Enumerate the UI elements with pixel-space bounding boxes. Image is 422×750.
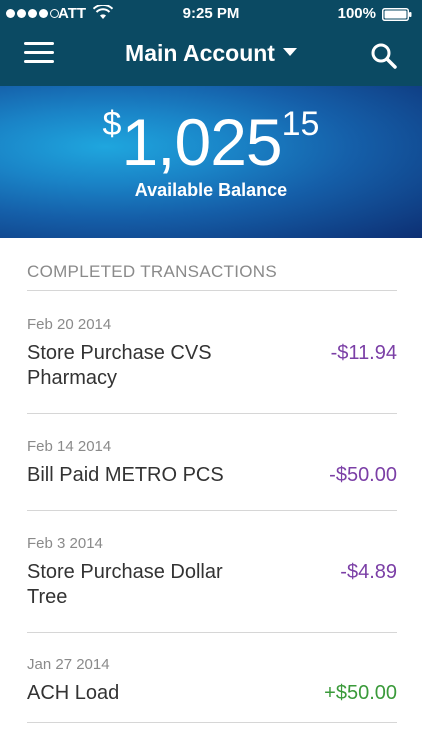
status-bar: ATT 9:25 PM 100% <box>0 0 422 28</box>
balance-label: Available Balance <box>134 180 288 200</box>
transaction-amount: -$50.00 <box>329 464 397 486</box>
transaction-amount: -$4.89 <box>340 561 397 583</box>
transaction-description: Store Purchase CVS Pharmacy <box>27 342 212 389</box>
balance-cents: 15 <box>281 105 320 143</box>
top-bar: ATT 9:25 PM 100% Main Account <box>0 0 422 86</box>
transaction-description: Store Purchase Dollar Tree <box>27 561 223 608</box>
divider <box>27 413 397 414</box>
divider <box>27 290 397 291</box>
transaction-amount: +$50.00 <box>324 682 397 704</box>
transaction-date: Feb 3 2014 <box>27 535 103 552</box>
transaction-amount: -$11.94 <box>330 342 397 364</box>
currency-symbol: $ <box>102 105 122 143</box>
transaction-row[interactable]: Feb 14 2014 Bill Paid METRO PCS -$50.00 <box>27 438 397 508</box>
transaction-date: Feb 14 2014 <box>27 438 112 455</box>
divider <box>27 632 397 633</box>
search-icon[interactable] <box>370 42 398 70</box>
transaction-description: Bill Paid METRO PCS <box>27 464 224 486</box>
transaction-date: Feb 20 2014 <box>27 316 112 333</box>
balance-panel: $1,02515 Available Balance <box>0 86 422 238</box>
account-selector[interactable]: Main Account <box>0 40 422 67</box>
battery-icon <box>382 8 412 21</box>
balance-amount: $1,02515 <box>0 104 422 180</box>
caret-down-icon <box>282 48 297 56</box>
transaction-row[interactable]: Feb 20 2014 Store Purchase CVS Pharmacy … <box>27 316 397 412</box>
divider <box>27 510 397 511</box>
account-title: Main Account <box>125 40 275 66</box>
battery-percentage: 100% <box>337 5 376 22</box>
transaction-description: ACH Load <box>27 682 120 704</box>
transaction-row[interactable]: Jan 27 2014 ACH Load +$50.00 <box>27 656 397 722</box>
section-heading: COMPLETED TRANSACTIONS <box>27 262 277 281</box>
nav-bar: Main Account <box>0 28 422 86</box>
balance-dollars: 1,025 <box>121 105 282 179</box>
divider <box>27 722 397 723</box>
transaction-row[interactable]: Feb 3 2014 Store Purchase Dollar Tree -$… <box>27 535 397 631</box>
transaction-date: Jan 27 2014 <box>27 656 110 673</box>
